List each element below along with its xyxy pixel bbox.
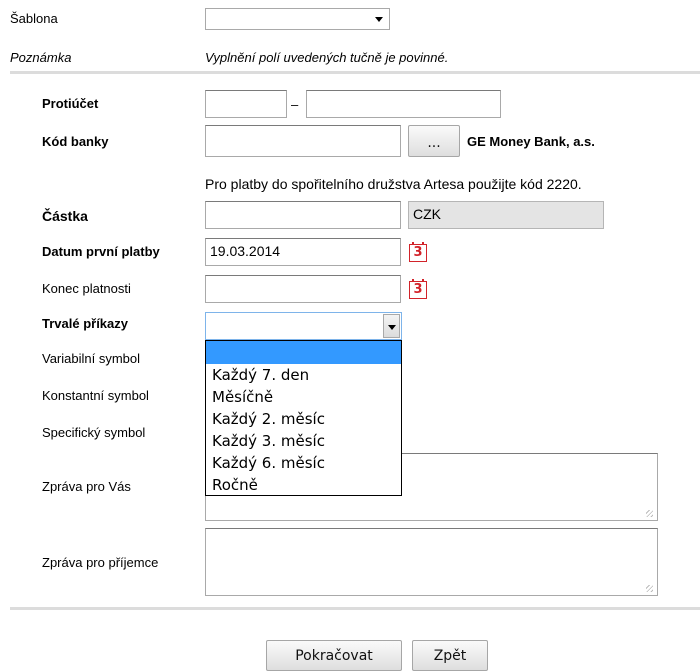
- resize-grip-icon[interactable]: [646, 585, 653, 592]
- dropdown-option[interactable]: Každý 7. den: [206, 364, 401, 386]
- template-label: Šablona: [10, 11, 58, 26]
- dropdown-option[interactable]: [206, 341, 401, 364]
- calendar-icon[interactable]: 3: [409, 279, 427, 299]
- artesa-hint: Pro platby do spořitelního družstva Arte…: [205, 176, 582, 192]
- chevron-down-icon: [388, 325, 396, 330]
- counter-account-label: Protiúčet: [42, 96, 99, 111]
- required-fields-note: Vyplnění polí uvedených tučně je povinné…: [205, 50, 449, 65]
- message-for-recipient-label: Zpráva pro příjemce: [42, 555, 159, 570]
- resize-grip-icon[interactable]: [646, 510, 653, 517]
- top-divider: [10, 71, 700, 74]
- dropdown-option[interactable]: Každý 6. měsíc: [206, 452, 401, 474]
- specific-symbol-label: Specifický symbol: [42, 425, 146, 440]
- currency-field: CZK: [408, 201, 604, 229]
- bottom-divider: [10, 607, 700, 610]
- dropdown-option[interactable]: Každý 2. měsíc: [206, 408, 401, 430]
- account-number-input[interactable]: [306, 90, 501, 118]
- bank-name: GE Money Bank, a.s.: [467, 134, 595, 149]
- account-separator: –: [291, 97, 299, 112]
- template-select[interactable]: [205, 8, 390, 30]
- dropdown-option[interactable]: Měsíčně: [206, 386, 401, 408]
- message-for-you-label: Zpráva pro Vás: [42, 479, 131, 494]
- amount-input[interactable]: [205, 201, 401, 229]
- first-payment-date-label: Datum první platby: [42, 244, 160, 259]
- chevron-down-icon: [375, 17, 383, 22]
- standing-orders-dropdown[interactable]: Každý 7. den Měsíčně Každý 2. měsíc Každ…: [205, 340, 402, 496]
- note-label: Poznámka: [10, 50, 72, 65]
- end-date-input[interactable]: [205, 275, 401, 303]
- standing-orders-label: Trvalé příkazy: [42, 316, 128, 331]
- dropdown-option[interactable]: Ročně: [206, 474, 401, 496]
- first-payment-date-input[interactable]: 19.03.2014: [205, 238, 401, 266]
- bank-code-browse-button[interactable]: ...: [408, 125, 460, 157]
- dropdown-option[interactable]: Každý 3. měsíc: [206, 430, 401, 452]
- variable-symbol-label: Variabilní symbol: [42, 351, 141, 366]
- constant-symbol-label: Konstantní symbol: [42, 388, 149, 403]
- standing-orders-select[interactable]: [205, 312, 402, 340]
- calendar-icon[interactable]: 3: [409, 242, 427, 262]
- message-for-recipient-textarea[interactable]: [205, 528, 658, 596]
- bank-code-label: Kód banky: [42, 134, 109, 149]
- end-date-label: Konec platnosti: [42, 281, 131, 296]
- continue-button[interactable]: Pokračovat: [266, 640, 402, 671]
- back-button[interactable]: Zpět: [412, 640, 488, 671]
- account-prefix-input[interactable]: [205, 90, 287, 118]
- bank-code-input[interactable]: [205, 125, 401, 157]
- amount-label: Částka: [42, 208, 88, 224]
- dropdown-button[interactable]: [383, 314, 400, 338]
